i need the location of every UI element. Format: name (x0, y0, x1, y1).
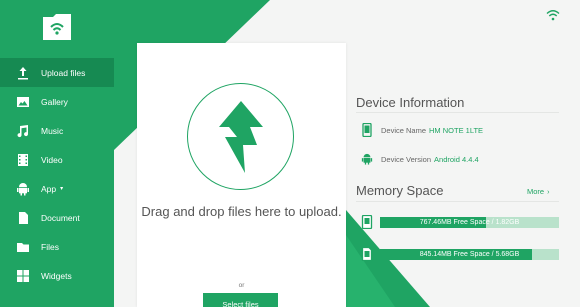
sidebar-item-music[interactable]: Music (0, 116, 114, 145)
sidebar-item-label: Upload files (41, 67, 86, 78)
device-version-label: Device Version (381, 154, 432, 164)
select-files-button[interactable]: Select files (203, 293, 278, 307)
sidebar-item-label: Widgets (41, 270, 72, 281)
more-link[interactable]: More › (527, 187, 549, 196)
sidebar-item-label: Files (41, 241, 59, 252)
image-icon (15, 94, 31, 110)
music-note-icon (15, 123, 31, 139)
document-icon (15, 210, 31, 226)
device-name-row: Device Name HM NOTE 1LTE (361, 123, 483, 137)
more-label: More (527, 187, 545, 196)
chevron-down-icon: ▾ (60, 186, 64, 192)
or-separator: or (238, 282, 245, 289)
divider (356, 112, 559, 113)
sidebar-item-files[interactable]: Files (0, 232, 114, 261)
device-version-value: Android 4.4.4 (434, 154, 479, 164)
device-info-title: Device Information (356, 95, 465, 110)
storage-row-internal: 767.46MB Free Space / 1.82GB (361, 214, 559, 230)
sidebar-item-label: Document (41, 212, 80, 223)
sidebar-item-label: Music (41, 125, 64, 136)
android-icon (361, 152, 373, 166)
upload-icon (15, 65, 31, 81)
sd-card-icon (361, 246, 373, 262)
sidebar: Upload files Gallery Music Video App ▾ D… (0, 0, 114, 307)
sidebar-item-label: App (41, 183, 57, 194)
sidebar-item-document[interactable]: Document (0, 203, 114, 232)
storage-bar-internal: 767.46MB Free Space / 1.82GB (380, 216, 559, 228)
device-name-label: Device Name (381, 125, 427, 135)
sidebar-item-video[interactable]: Video (0, 145, 114, 174)
folder-wifi-logo-icon (43, 14, 71, 40)
sidebar-item-gallery[interactable]: Gallery (0, 87, 114, 116)
device-version-row: Device Version Android 4.4.4 (361, 152, 479, 166)
upload-drop-zone[interactable]: Drag and drop files here to upload. or S… (137, 43, 346, 307)
storage-bar-label: 767.46MB Free Space / 1.82GB (419, 218, 520, 226)
lightning-bolt-icon (218, 100, 263, 173)
sidebar-nav: Upload files Gallery Music Video App ▾ D… (0, 58, 114, 290)
android-icon (15, 181, 31, 197)
sidebar-item-label: Gallery (41, 96, 68, 107)
film-icon (15, 152, 31, 168)
phone-icon (361, 123, 373, 137)
wifi-icon (546, 10, 560, 21)
chevron-right-icon: › (547, 189, 550, 196)
memory-space-title: Memory Space (356, 183, 444, 198)
storage-bar-sd-card: 845.14MB Free Space / 5.68GB (380, 248, 559, 260)
sidebar-item-widgets[interactable]: Widgets (0, 261, 114, 290)
storage-row-sd-card: 845.14MB Free Space / 5.68GB (361, 246, 559, 262)
device-name-value: HM NOTE 1LTE (429, 125, 484, 135)
divider (356, 201, 559, 202)
phone-storage-icon (361, 214, 373, 230)
widgets-icon (15, 268, 31, 284)
upload-instructions: Drag and drop files here to upload. (141, 204, 342, 219)
storage-bar-label: 845.14MB Free Space / 5.68GB (419, 250, 520, 258)
upload-bolt-circle (187, 83, 294, 190)
sidebar-item-app[interactable]: App ▾ (0, 174, 114, 203)
sidebar-item-upload-files[interactable]: Upload files (0, 58, 114, 87)
folder-icon (15, 239, 31, 255)
sidebar-item-label: Video (41, 154, 63, 165)
